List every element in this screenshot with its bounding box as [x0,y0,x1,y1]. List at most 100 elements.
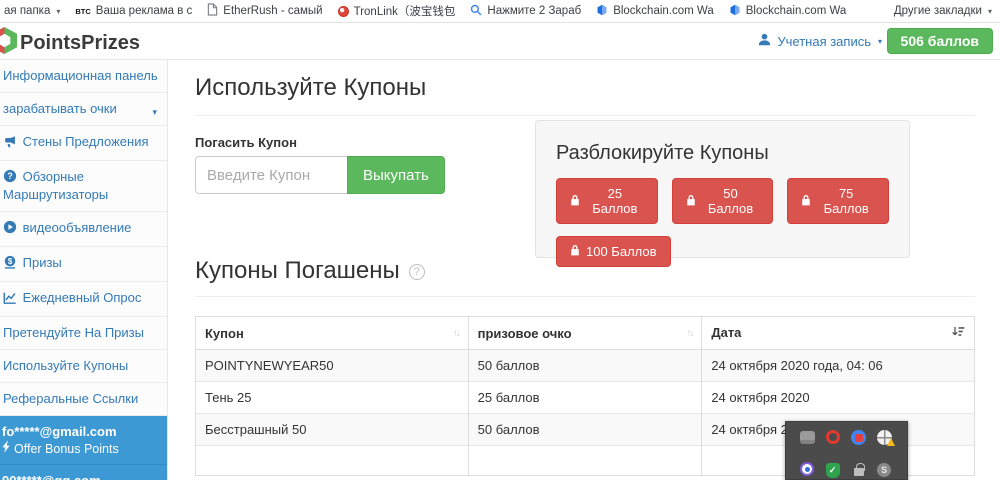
tray-lock-icon[interactable] [851,462,867,478]
bookmark-label: ая папка [4,5,50,17]
sidebar-item-survey-routers[interactable]: ? Обзорные Маршрутизаторы [0,161,167,212]
sidebar-item-label: Претендуйте На Призы [3,325,144,340]
brand-name: PointsPrizes [20,32,140,55]
page-title: Используйте Купоны [195,74,975,116]
sidebar-item-label: Ежедневный Опрос [23,290,142,305]
unlock-button-label: 75 Баллов [817,186,875,216]
bookmark-label: TronLink（波宝钱包 [354,3,456,19]
cell-points: 50 баллов [468,414,702,446]
system-tray-popup: ✓ S [785,421,908,480]
megaphone-icon [3,135,19,152]
bookmark-item[interactable]: Blockchain.com Wa [596,4,714,19]
sidebar-item-prizes[interactable]: $ Призы [0,247,167,282]
coupon-input[interactable] [195,156,347,194]
coupon-input-group: Выкупать [195,156,441,194]
sidebar-item-offer-walls[interactable]: Стены Предложения [0,126,167,161]
cell-coupon: POINTYNEWYEAR50 [196,350,469,382]
user-icon [758,33,771,49]
bookmark-label: EtherRush - самый [223,5,322,17]
chevron-down-icon: ▾ [56,7,60,16]
tray-shield-warning-icon[interactable] [877,429,893,445]
bookmark-item[interactable]: EtherRush - самый [207,3,322,19]
money-icon: $ [3,255,19,273]
points-badge[interactable]: 506 баллов [887,28,993,54]
cell-points: 50 баллов [468,350,702,382]
svg-text:?: ? [7,171,12,181]
tray-antivirus-icon[interactable]: ✓ [826,462,842,478]
main-content: Используйте Купоны Погасить Купон Выкупа… [169,60,1000,480]
sort-descending-icon [952,326,965,341]
chevron-down-icon: ▾ [152,104,157,120]
cell-coupon: Тень 25 [196,382,469,414]
brand-logo[interactable]: PointsPrizes [0,26,140,60]
tray-s-badge-icon[interactable]: S [877,462,893,478]
sidebar-item-claim-prizes[interactable]: Претендуйте На Призы [0,317,167,350]
column-label: Купон [205,326,244,341]
column-label: призовое очко [478,326,572,341]
sidebar-item-label: Призы [23,255,62,270]
lock-icon [801,194,811,209]
unlock-25-points-button[interactable]: 25 Баллов [556,178,658,224]
column-header-date[interactable]: Дата [702,317,975,350]
blockchain-cube-icon [596,4,608,19]
unlock-100-points-button[interactable]: 100 Баллов [556,236,671,267]
sidebar-group-earn-points[interactable]: ▾ зарабатывать очки [0,93,167,126]
notification-bonus-1[interactable]: fo*****@gmail.com Offer Bonus Points [0,416,167,465]
chevron-down-icon: ▾ [988,7,992,16]
sidebar-item-label: Используйте Купоны [3,358,128,373]
other-bookmarks-button[interactable]: Другие закладки ▾ [894,5,992,17]
bookmarks-bar: ая папка ▾ BTC Ваша реклама в с EtherRus… [0,0,1000,23]
cell-coupon [196,446,469,476]
bookmark-folder[interactable]: ая папка ▾ [4,5,60,17]
unlock-75-points-button[interactable]: 75 Баллов [787,178,889,224]
column-header-coupon[interactable]: ↑↓ Купон [196,317,469,350]
bookmark-label: Blockchain.com Wa [613,5,714,17]
blockchain-cube-icon [729,4,741,19]
notification-email: 90*****@qq.com [2,472,161,480]
sidebar-item-dashboard[interactable]: Информационная панель [0,60,167,93]
redeem-button[interactable]: Выкупать [347,156,445,194]
site-header: PointsPrizes Учетная запись ▾ 506 баллов [0,23,1000,60]
sort-icon: ↑↓ [686,328,692,339]
btc-icon: BTC [75,7,90,16]
bookmark-item[interactable]: Blockchain.com Wa [729,4,847,19]
account-label: Учетная запись [777,34,871,49]
notification-email: fo*****@gmail.com [2,423,161,440]
question-circle-icon: ? [3,169,19,187]
page-icon [207,3,218,19]
unlock-50-points-button[interactable]: 50 Баллов [672,178,774,224]
account-menu[interactable]: Учетная запись ▾ [758,33,882,49]
unlock-button-label: 50 Баллов [702,186,760,216]
bookmark-item[interactable]: Нажмите 2 Зараб [470,4,581,19]
help-icon[interactable]: ? [409,264,425,280]
lock-icon [570,194,580,209]
redeemed-coupons-title-text: Купоны Погашены [195,257,400,284]
sidebar-item-daily-poll[interactable]: Ежедневный Опрос [0,282,167,317]
bookmark-label: Blockchain.com Wa [746,5,847,17]
cell-date: 24 октября 2020 [702,382,975,414]
sidebar-item-use-coupons[interactable]: Используйте Купоны [0,350,167,383]
tray-media-player-icon[interactable] [800,462,816,478]
sidebar-item-label: Информационная панель [3,68,158,83]
play-circle-icon [3,220,19,238]
cell-points: 25 баллов [468,382,702,414]
sidebar-item-referral-links[interactable]: Реферальные Ссылки [0,383,167,416]
cell-points [468,446,702,476]
bookmark-item[interactable]: TronLink（波宝钱包 [338,3,456,19]
unlock-button-label: 25 Баллов [586,186,644,216]
table-header-row: ↑↓ Купон ↑↓ призовое очко Дата [196,317,975,350]
bookmark-item[interactable]: BTC Ваша реклама в с [75,5,192,17]
column-header-points[interactable]: ↑↓ призовое очко [468,317,702,350]
tray-opera-icon[interactable] [826,429,842,445]
tray-browser-icon[interactable] [851,429,867,445]
sidebar-item-label: Реферальные Ссылки [3,391,138,406]
sidebar-item-video-ads[interactable]: видеообъявление [0,212,167,247]
lock-icon [686,194,696,209]
tray-window-icon[interactable] [800,429,816,445]
table-row: POINTYNEWYEAR50 50 баллов 24 октября 202… [196,350,975,382]
sidebar-item-label: Стены Предложения [23,134,149,149]
lightning-icon [2,440,11,457]
brand-hexagon-icon [0,26,18,60]
bookmark-label: Нажмите 2 Зараб [487,5,581,17]
notification-bonus-2[interactable]: 90*****@qq.com Offer Bonus Points [0,465,167,480]
